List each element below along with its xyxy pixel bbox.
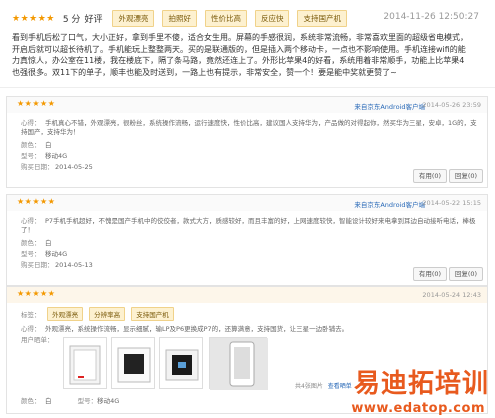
rating-score: 5 分 xyxy=(62,15,81,25)
tag-fast[interactable]: 反应快 xyxy=(254,10,290,27)
experience-text: P7手机手机超好，不愧是国产手机中的佼佼者，款式大方，质感较好，而且丰富的好，上… xyxy=(21,217,476,234)
experience-label: 心得： xyxy=(21,325,41,333)
rating-stars: ★★★★★ xyxy=(17,197,56,206)
reply-button[interactable]: 回复(0) xyxy=(449,267,483,281)
photo-count: 共4张图片 xyxy=(295,383,323,390)
photo-thumbnail-front[interactable] xyxy=(111,337,155,389)
photo-count-row: 共4张图片 查看晒单 xyxy=(295,381,352,390)
color-value: 白 xyxy=(45,141,52,149)
model-value: 移动4G xyxy=(45,152,68,160)
experience-label: 心得： xyxy=(21,119,41,127)
purchase-date-label: 购买日期： xyxy=(21,163,54,171)
client-link[interactable]: 来自京东Android客户端 xyxy=(354,101,425,111)
review-date: 2014-05-24 12:43 xyxy=(422,291,481,299)
color-row: 颜色： 白 xyxy=(21,139,52,149)
phone-back-image xyxy=(210,338,268,390)
model-value: 移动4G xyxy=(45,250,68,258)
review-card: ★★★★★ 来自京东Android客户端 2014-05-22 15:15 心得… xyxy=(6,194,488,286)
tag-domestic[interactable]: 支持国产机 xyxy=(131,307,174,321)
review-body: 看到手机后松了口气，大小正好，拿到手里不傻，适合女生用。屏幕的手感很润，系统非常… xyxy=(12,33,468,77)
rating-word: 好评 xyxy=(84,15,103,25)
model-label: 型号： xyxy=(77,397,98,405)
experience-row: 心得： P7手机手机超好，不愧是国产手机中的佼佼者，款式大方，质感较好，而且丰富的… xyxy=(21,217,481,235)
color-row: 颜色： 白 xyxy=(21,237,52,247)
model-row: 型号： 移动4G xyxy=(21,150,67,160)
tags-label: 标签： xyxy=(21,311,41,319)
experience-text: 手机真心不错，外观漂亮，很粉丝，系统操作流畅，运行速度快，性价比高，建议国人支持… xyxy=(21,119,477,136)
purchase-date-value: 2014-05-13 xyxy=(55,261,93,269)
phone-screen-image xyxy=(165,349,199,381)
view-photos-link[interactable]: 查看晒单 xyxy=(328,383,352,390)
rating-stars: ★★★★★ xyxy=(12,13,55,24)
phone-front-image xyxy=(117,347,151,383)
photo-thumbnail-screen[interactable] xyxy=(159,337,203,389)
experience-label: 心得： xyxy=(21,217,41,225)
review-date: 2014-11-26 12:50:27 xyxy=(383,12,479,22)
review-card-header: ★★★★★ 来自京东Android客户端 2014-05-26 23:59 xyxy=(7,97,487,113)
color-label: 颜色： xyxy=(21,397,41,405)
experience-row: 心得： 手机真心不错，外观漂亮，很粉丝，系统操作流畅，运行速度快，性价比高，建议国… xyxy=(21,119,481,137)
photos-label: 用户晒单： xyxy=(21,336,54,344)
watermark-brand: 易迪拓培训 xyxy=(353,369,489,399)
rating-stars: ★★★★★ xyxy=(17,289,56,298)
color-row: 颜色： 白 型号：移动4G xyxy=(21,395,119,405)
color-label: 颜色： xyxy=(21,239,41,247)
rating-stars: ★★★★★ xyxy=(17,99,56,108)
color-value: 白 xyxy=(45,239,52,247)
review-featured: ★★★★★ 5 分 好评 外观漂亮 拍照好 性价比高 反应快 支持国产机 201… xyxy=(0,0,495,88)
photo-thumbnail-back[interactable] xyxy=(209,337,268,390)
photos-label-row: 用户晒单： xyxy=(21,334,61,344)
review-card-header: ★★★★★ 来自京东Android客户端 2014-05-22 15:15 xyxy=(7,195,487,211)
review-date: 2014-05-22 15:15 xyxy=(422,199,481,207)
color-label: 颜色： xyxy=(21,141,41,149)
tags-row: 标签： 外观漂亮 分辨率高 支持国产机 xyxy=(21,307,178,321)
review-header: ★★★★★ 5 分 好评 外观漂亮 拍照好 性价比高 反应快 支持国产机 xyxy=(12,10,351,27)
tag-resolution[interactable]: 分辨率高 xyxy=(89,307,126,321)
client-link[interactable]: 来自京东Android客户端 xyxy=(354,199,425,209)
model-row: 型号： 移动4G xyxy=(21,248,67,258)
watermark-url: www.edatop.com xyxy=(351,401,485,416)
photo-thumbnail-box[interactable] xyxy=(63,337,107,389)
experience-row: 心得： 外观漂亮，系统操作流畅，显示细腻，输LP及P6更换成P7的，还算满意，支持… xyxy=(21,323,348,333)
review-date: 2014-05-26 23:59 xyxy=(422,101,481,109)
review-card: ★★★★★ 来自京东Android客户端 2014-05-26 23:59 心得… xyxy=(6,96,488,188)
purchase-date-row: 购买日期： 2014-05-25 xyxy=(21,161,93,171)
purchase-date-label: 购买日期： xyxy=(21,261,54,269)
tag-appearance[interactable]: 外观漂亮 xyxy=(47,307,84,321)
tag-appearance[interactable]: 外观漂亮 xyxy=(112,10,155,27)
model-label: 型号： xyxy=(21,250,41,258)
reply-button[interactable]: 回复(0) xyxy=(449,169,483,183)
useful-button[interactable]: 有用(0) xyxy=(413,169,447,183)
model-value: 移动4G xyxy=(97,397,120,405)
phone-box-image xyxy=(69,345,101,385)
color-value: 白 xyxy=(45,397,52,405)
tag-value[interactable]: 性价比高 xyxy=(204,10,247,27)
review-card-header: ★★★★★ 2014-05-24 12:43 xyxy=(7,287,487,303)
model-label: 型号： xyxy=(21,152,41,160)
tag-domestic[interactable]: 支持国产机 xyxy=(297,10,347,27)
useful-button[interactable]: 有用(0) xyxy=(413,267,447,281)
tag-camera[interactable]: 拍照好 xyxy=(162,10,197,27)
experience-text: 外观漂亮，系统操作流畅，显示细腻，输LP及P6更换成P7的，还算满意，支持国货，… xyxy=(45,325,349,333)
purchase-date-value: 2014-05-25 xyxy=(55,163,93,171)
purchase-date-row: 购买日期： 2014-05-13 xyxy=(21,259,93,269)
